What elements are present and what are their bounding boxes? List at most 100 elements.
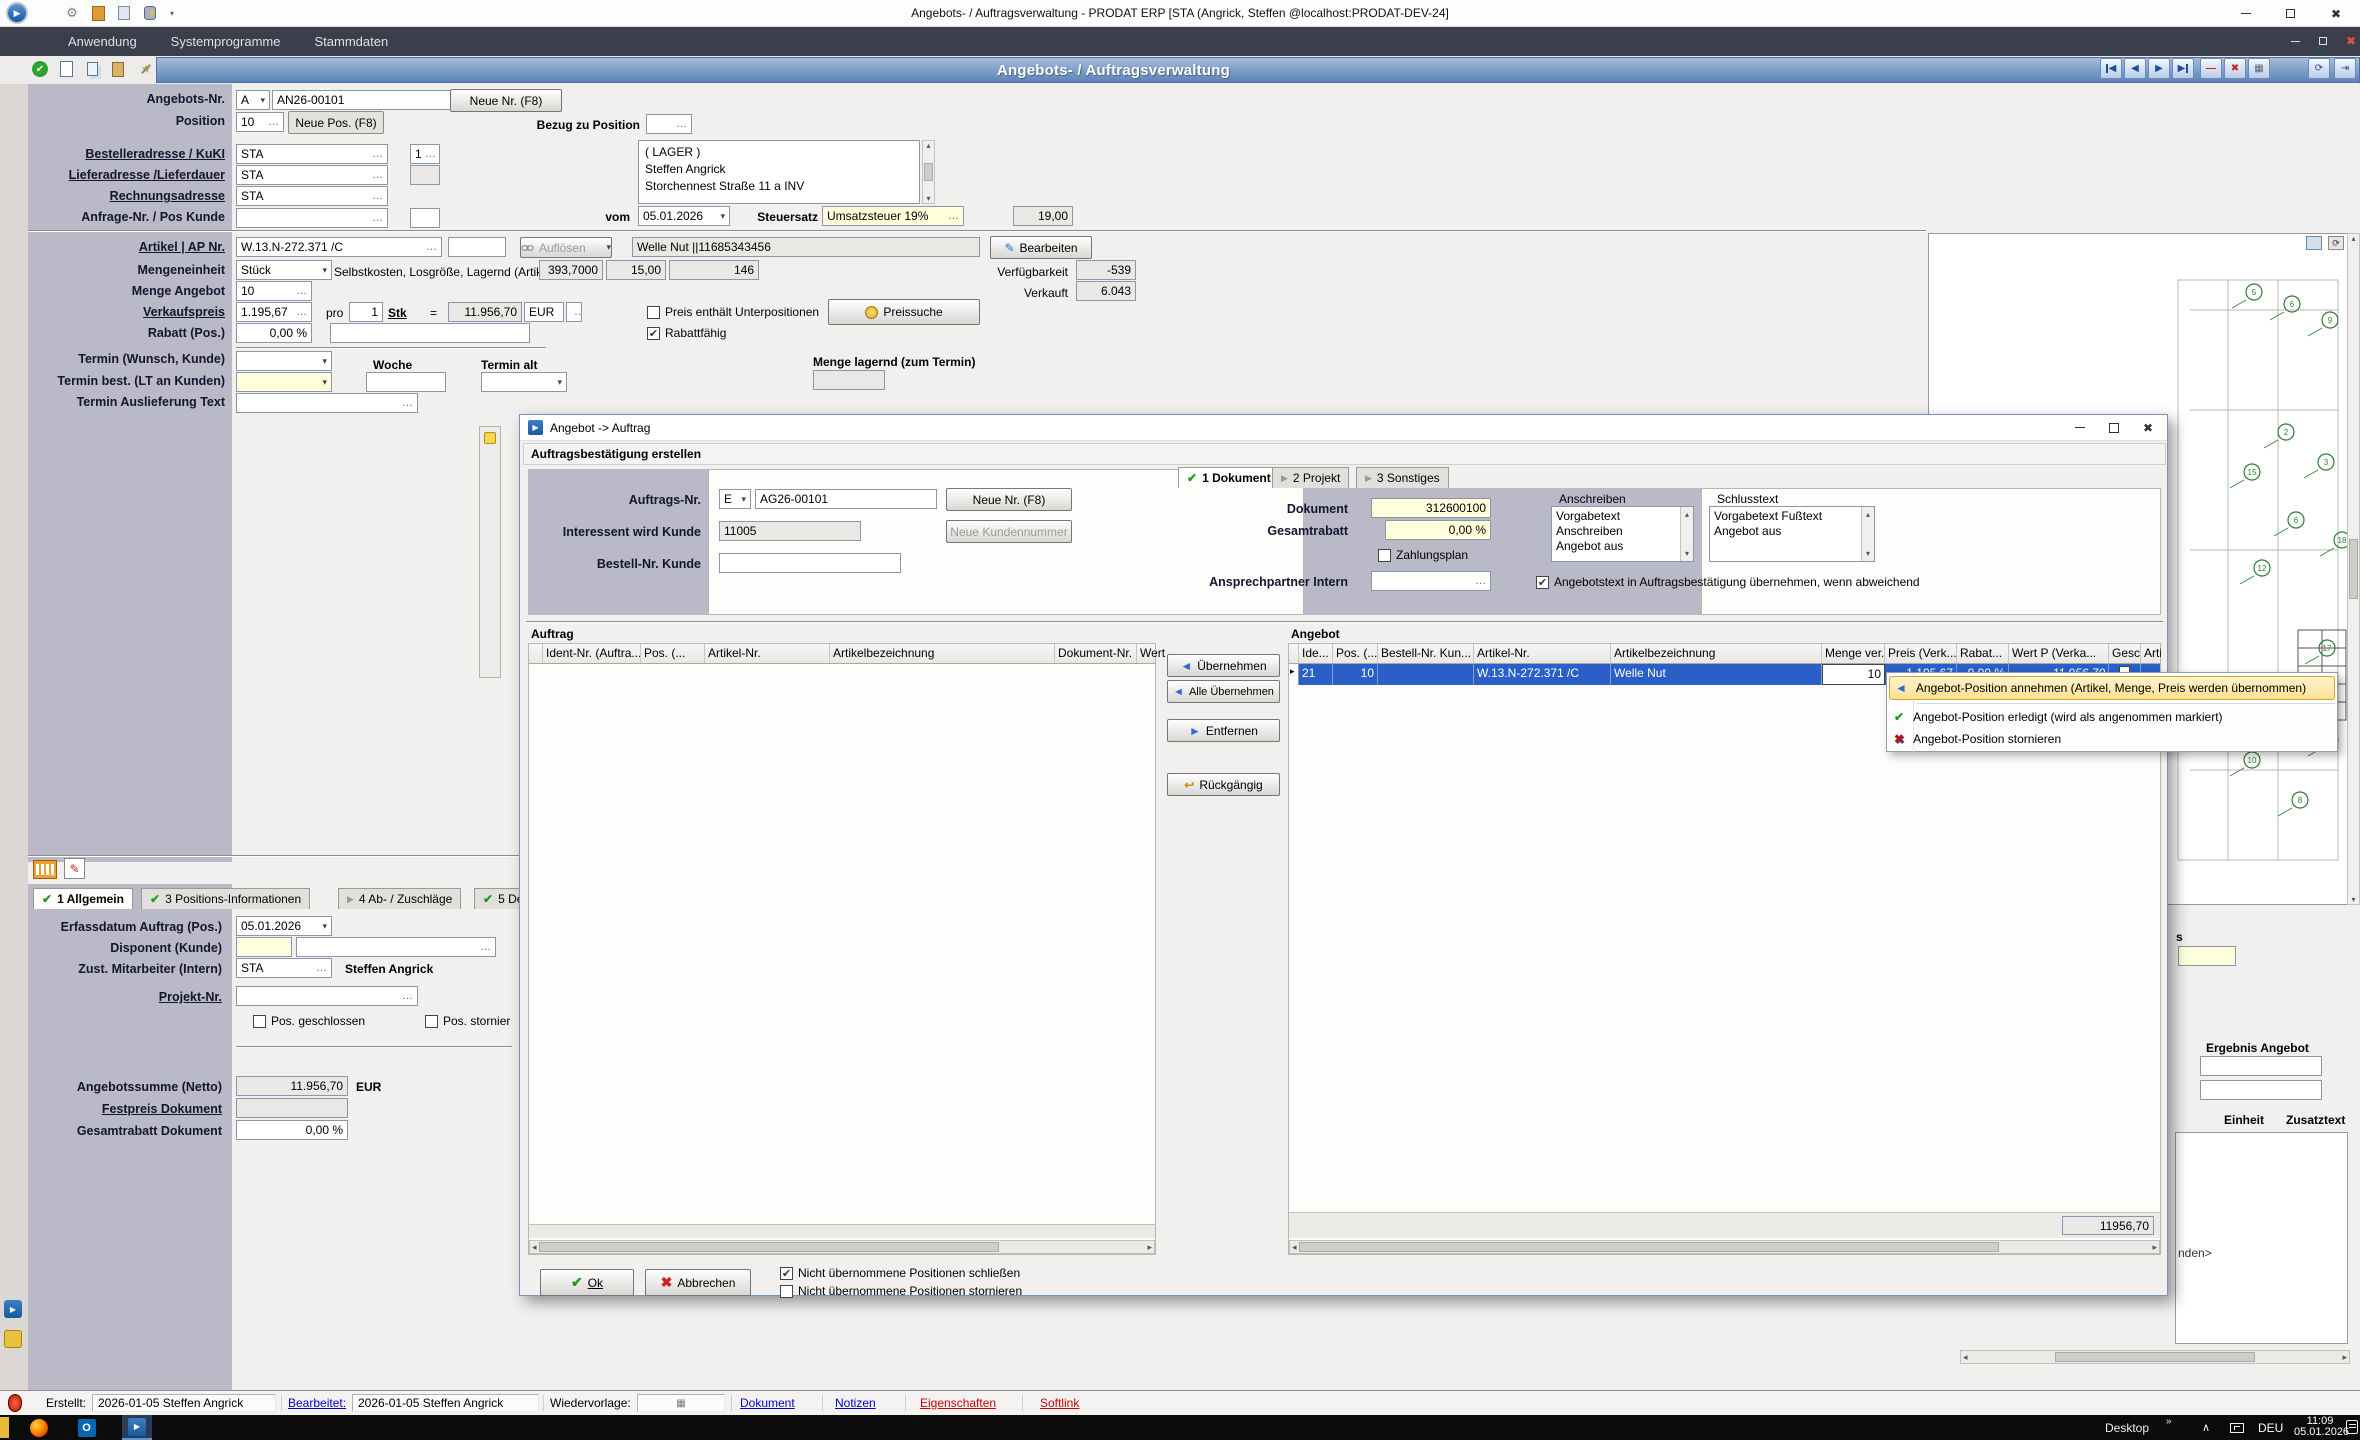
note-icon[interactable]: [484, 432, 496, 444]
preissuche-button[interactable]: Preissuche: [828, 299, 980, 325]
dialog-title-bar[interactable]: ▶ Angebot -> Auftrag ✖: [520, 415, 2167, 441]
mitarbeiter-input[interactable]: STA…: [236, 958, 332, 978]
right-yellow-input[interactable]: [2178, 946, 2236, 966]
ansprechpartner-input[interactable]: …: [1371, 571, 1491, 591]
dialog-tab-projekt[interactable]: ▶2 Projekt: [1272, 467, 1349, 488]
position-input[interactable]: 10…: [236, 112, 284, 132]
pos-kunde-input[interactable]: [410, 208, 440, 228]
gesamtrabatt-input[interactable]: 0,00 %: [1385, 520, 1491, 540]
angebots-nr-prefix-combo[interactable]: A▾: [236, 90, 270, 110]
tab-debitoren[interactable]: ✔5 Debit: [474, 888, 520, 909]
mdi-close-button[interactable]: ✖: [2338, 32, 2360, 50]
pos-storniert-checkbox[interactable]: Pos. stornier: [425, 1014, 519, 1028]
angebotstext-checkbox[interactable]: ✔Angebotstext in Auftragsbestätigung übe…: [1536, 575, 1920, 589]
window-maximize-button[interactable]: [2268, 0, 2312, 27]
termin-text-input[interactable]: …: [236, 393, 418, 413]
nav-prev-button[interactable]: ◀: [2124, 58, 2146, 79]
kuki-input[interactable]: 1…: [410, 144, 440, 164]
verkaufspreis-input[interactable]: 1.195,67…: [236, 302, 312, 322]
steuersatz-input[interactable]: Umsatzsteuer 19%…: [822, 206, 964, 226]
besteller-input[interactable]: STA…: [236, 144, 388, 164]
mdi-minimize-button[interactable]: [2282, 32, 2308, 50]
mengeneinheit-combo[interactable]: Stück▾: [236, 260, 332, 280]
grid-tool-icon[interactable]: [33, 860, 57, 879]
drawing-refresh-icon[interactable]: ⟳: [2328, 236, 2344, 250]
vom-date-input[interactable]: 05.01.2026▾: [638, 206, 730, 226]
notizen-link[interactable]: Notizen: [835, 1396, 876, 1410]
label-festpreis[interactable]: Festpreis Dokument: [22, 1102, 222, 1116]
dialog-tab-sonstiges[interactable]: ▶3 Sonstiges: [1356, 467, 1449, 488]
termin-alt-combo[interactable]: ▾: [481, 372, 567, 392]
bearbeiten-button[interactable]: ✎Bearbeiten: [990, 236, 1092, 259]
menu-anwendung[interactable]: Anwendung: [68, 34, 137, 49]
drawing-image-icon[interactable]: [2306, 236, 2322, 250]
taskbar-outlook-icon[interactable]: O: [76, 1417, 97, 1438]
bestell-nr-input[interactable]: [719, 553, 901, 573]
mdi-restore-button[interactable]: [2310, 32, 2336, 50]
angebot-table-header[interactable]: Ide... Pos. (... Bestell-Nr. Kun... Arti…: [1289, 644, 2160, 664]
taskbar-firefox-icon[interactable]: [28, 1417, 49, 1438]
drawing-vscrollbar[interactable]: ▴▾: [2347, 233, 2360, 905]
edit-note-icon[interactable]: ✎: [64, 858, 85, 879]
disponent-name-input[interactable]: …: [296, 937, 496, 957]
anfrage-nr-input[interactable]: …: [236, 208, 388, 228]
menu-item-stornieren[interactable]: ✖ Angebot-Position stornieren: [1889, 728, 2335, 750]
menu-stammdaten[interactable]: Stammdaten: [314, 34, 388, 49]
copy-icon[interactable]: [82, 59, 102, 79]
taskbar-desktop-label[interactable]: Desktop: [2105, 1421, 2149, 1435]
bezug-position-input[interactable]: …: [646, 114, 692, 134]
termin-wunsch-combo[interactable]: ▾: [236, 351, 332, 371]
dock-yellow-icon[interactable]: [4, 1330, 22, 1348]
label-stk[interactable]: Stk: [388, 306, 407, 320]
pro-menge-input[interactable]: 1: [349, 302, 383, 322]
exit-form-button[interactable]: ⇥: [2334, 58, 2356, 79]
tab-positions-informationen[interactable]: ✔3 Positions-Informationen: [141, 888, 310, 909]
label-liefer[interactable]: Lieferadresse /Lieferdauer: [25, 168, 225, 182]
dialog-neue-nr-button[interactable]: Neue Nr. (F8): [946, 488, 1072, 511]
softlink-link[interactable]: Softlink: [1040, 1396, 1079, 1410]
projekt-nr-input[interactable]: …: [236, 986, 418, 1006]
ok-button[interactable]: ✔Ok: [540, 1269, 634, 1296]
auftrag-table-header[interactable]: Ident-Nr. (Auftra... Pos. (... Artikel-N…: [529, 644, 1155, 664]
delete-record-button[interactable]: ✖: [2224, 58, 2246, 79]
window-close-button[interactable]: ✖: [2314, 0, 2358, 27]
rabatt-text-input[interactable]: [330, 323, 530, 343]
pos-geschlossen-checkbox[interactable]: Pos. geschlossen: [253, 1014, 365, 1028]
woche-input[interactable]: [366, 372, 446, 392]
confirm-icon[interactable]: ✔: [30, 59, 50, 79]
lieferadresse-input[interactable]: STA…: [236, 165, 388, 185]
address-scrollbar[interactable]: ▴▾: [922, 140, 935, 204]
dock-prodat-icon[interactable]: ▶: [4, 1300, 22, 1318]
ergebnis-field-1[interactable]: [2200, 1056, 2322, 1076]
currency-browse[interactable]: …: [566, 302, 582, 322]
grid-view-button[interactable]: ▦: [2248, 58, 2270, 79]
uebernehmen-button[interactable]: ◄Übernehmen: [1167, 654, 1280, 677]
schlusstext-spinner[interactable]: ▴▾: [1861, 507, 1874, 561]
angebots-nr-input[interactable]: AN26-00101…: [272, 90, 472, 110]
menu-item-erledigt[interactable]: ✔ Angebot-Position erledigt (wird als an…: [1889, 706, 2335, 728]
erfassdatum-input[interactable]: 05.01.2026▾: [236, 916, 332, 936]
abbrechen-button[interactable]: ✖Abbrechen: [645, 1269, 751, 1296]
auftrags-nr-input[interactable]: AG26-00101: [755, 489, 937, 509]
preis-unterpositionen-checkbox[interactable]: Preis enthält Unterpositionen: [647, 305, 819, 319]
auftrags-nr-prefix-combo[interactable]: E▾: [719, 489, 751, 509]
network-icon[interactable]: [2230, 1423, 2244, 1433]
dokument-link[interactable]: Dokument: [740, 1396, 795, 1410]
artikel-nr-input[interactable]: W.13.N-272.371 /C…: [236, 237, 442, 257]
termin-best-combo[interactable]: ▾: [236, 372, 332, 392]
tab-ab-zuschlaege[interactable]: ▶4 Ab- / Zuschläge: [338, 888, 461, 909]
rabatt-input[interactable]: 0,00 %: [236, 323, 312, 343]
notification-center-icon[interactable]: [2346, 1420, 2358, 1434]
angebot-hscrollbar[interactable]: ◂▸: [1289, 1240, 2160, 1254]
bearbeitet-link[interactable]: Bearbeitet:: [288, 1396, 346, 1410]
window-minimize-button[interactable]: [2224, 0, 2268, 27]
right-hscrollbar[interactable]: ◂▸: [1960, 1350, 2350, 1364]
nicht-uebernommene-schliessen-checkbox[interactable]: ✔Nicht übernommene Positionen schließen: [780, 1266, 1020, 1280]
currency-field[interactable]: EUR: [524, 302, 564, 322]
chevrons-icon[interactable]: »: [2166, 1416, 2172, 1427]
nicht-uebernommene-stornieren-checkbox[interactable]: Nicht übernommene Positionen stornieren: [780, 1284, 1022, 1298]
rueckgaengig-button[interactable]: ↩Rückgängig: [1167, 773, 1280, 796]
tab-allgemein[interactable]: ✔1 Allgemein: [33, 888, 133, 909]
anschreiben-box[interactable]: Vorgabetext Anschreiben Angebot aus ▴▾: [1551, 506, 1694, 562]
new-document-icon[interactable]: [56, 59, 76, 79]
